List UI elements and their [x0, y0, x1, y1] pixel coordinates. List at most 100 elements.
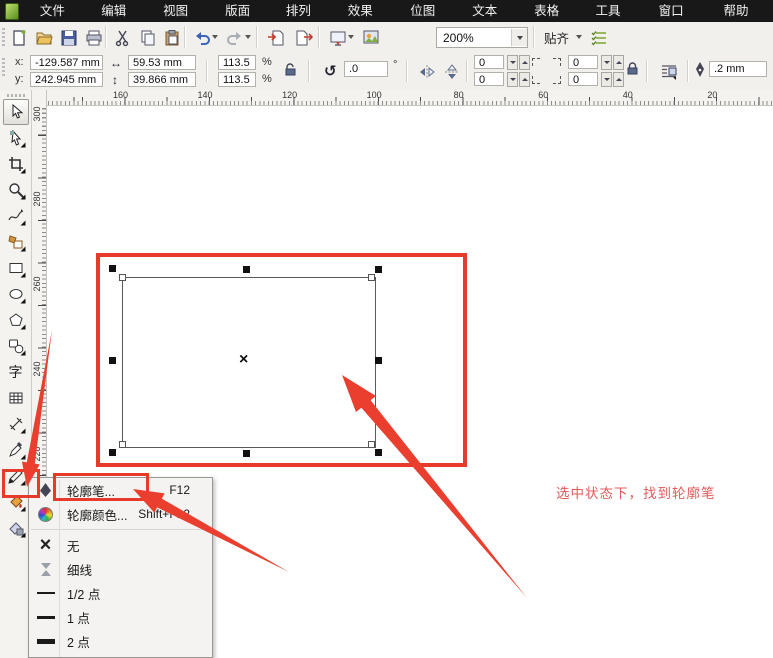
freehand-tool-icon	[7, 209, 23, 221]
annotation-box-canvas	[96, 253, 467, 467]
ruler-ticks	[46, 90, 773, 105]
mirror-vertical-button[interactable]	[440, 60, 464, 84]
tool-dimension[interactable]	[3, 411, 29, 437]
toolbar-separator	[533, 26, 534, 48]
corner-radius-br-field[interactable]: 0	[568, 72, 598, 86]
tool-eyedropper[interactable]	[3, 437, 29, 463]
wrap-text-button[interactable]	[655, 58, 683, 86]
propbar-separator	[466, 60, 467, 82]
tool-rectangle[interactable]	[3, 255, 29, 281]
horizontal-ruler[interactable]: 160 140 120 100 80 60 40 20	[46, 90, 773, 106]
snap-dropdown-caret[interactable]	[576, 35, 582, 39]
new-document-button[interactable]	[6, 25, 32, 51]
flyout-menu-item[interactable]: 细线	[29, 557, 212, 581]
paste-button[interactable]	[159, 25, 185, 51]
menu-item[interactable]: 版面(L)	[212, 0, 273, 40]
basic-shapes-tool-icon	[8, 339, 23, 354]
print-button[interactable]	[81, 25, 107, 51]
snap-to-button[interactable]: 贴齐	[540, 26, 573, 48]
propbar-grip	[2, 58, 5, 76]
export-button[interactable]	[291, 25, 317, 51]
propbar-separator	[406, 60, 407, 82]
color-wheel-icon	[32, 507, 59, 522]
annotation-box-tool	[2, 469, 40, 498]
flyout-menu-item[interactable]	[29, 526, 212, 533]
menu-item[interactable]: 表格(T)	[521, 0, 582, 40]
menu-item[interactable]: 文件(F)	[27, 0, 88, 40]
flyout-menu-item[interactable]: 无	[29, 533, 212, 557]
tool-pick[interactable]	[2, 99, 29, 125]
corner-bl-spinner[interactable]	[507, 72, 530, 87]
tool-freehand[interactable]	[3, 203, 29, 229]
corner-radius-tl-field[interactable]: 0	[474, 55, 504, 69]
undo-dropdown-caret[interactable]	[212, 35, 218, 39]
menu-item[interactable]: 效果(C)	[335, 0, 398, 40]
chevron-down-icon	[516, 35, 523, 40]
cut-button[interactable]	[110, 25, 136, 51]
save-button[interactable]	[56, 25, 82, 51]
object-height-icon: ↕	[112, 73, 118, 87]
x-position-field[interactable]: -129.587 mm	[30, 55, 103, 70]
launcher-dropdown-caret[interactable]	[348, 35, 354, 39]
percent-label: %	[262, 56, 272, 68]
object-height-field[interactable]: 39.866 mm	[128, 72, 196, 87]
welcome-screen-button[interactable]	[358, 25, 384, 51]
ruler-label: 300	[32, 106, 42, 122]
ruler-label: 220	[32, 446, 42, 462]
tool-smart-fill[interactable]	[3, 229, 29, 255]
mirror-horizontal-button[interactable]	[415, 60, 439, 84]
menu-item[interactable]: 工具(O)	[582, 0, 645, 40]
tool-interactive-fill[interactable]	[3, 515, 29, 541]
ruler-label: 100	[366, 90, 382, 100]
ruler-label: 280	[32, 191, 42, 207]
flyout-menu-item[interactable]: 轮廓颜色... Shift+F12	[29, 502, 212, 526]
table-tool-icon	[9, 392, 22, 404]
ruler-label: 260	[32, 276, 42, 292]
corner-br-spinner[interactable]	[601, 72, 624, 87]
y-position-field[interactable]: 242.945 mm	[30, 72, 103, 87]
zoom-level-combo[interactable]: 200%	[436, 27, 528, 48]
outline-width-field[interactable]: .2 mm	[709, 61, 767, 77]
redo-dropdown-caret[interactable]	[245, 35, 251, 39]
corner-tr-spinner[interactable]	[601, 55, 624, 70]
tool-ellipse[interactable]	[3, 281, 29, 307]
menu-item[interactable]: 位图(B)	[397, 0, 459, 40]
scale-v-field[interactable]: 113.5	[218, 72, 256, 87]
toolbar-grip	[2, 28, 5, 46]
menu-item[interactable]: 文本(X)	[459, 0, 521, 40]
options-button[interactable]	[586, 25, 612, 51]
menu-item[interactable]: 编辑(E)	[88, 0, 150, 40]
open-button[interactable]	[31, 25, 57, 51]
scale-h-field[interactable]: 113.5	[218, 55, 256, 70]
ruler-label: 240	[32, 361, 42, 377]
outline-width-icon	[696, 62, 704, 77]
menu-item[interactable]: 排列(A)	[273, 0, 335, 40]
tool-basic-shapes[interactable]	[3, 333, 29, 359]
rotation-angle-field[interactable]: .0	[344, 61, 388, 77]
lock-ratio-icon[interactable]	[284, 63, 297, 77]
flyout-menu-item[interactable]: 1 点	[29, 605, 212, 629]
copy-button[interactable]	[135, 25, 161, 51]
object-width-field[interactable]: 59.53 mm	[128, 55, 196, 70]
tool-crop[interactable]	[3, 151, 29, 177]
corner-radius-bl-field[interactable]: 0	[474, 72, 504, 86]
flyout-menu-item[interactable]: 8 点	[29, 653, 212, 657]
welcome-screen-icon	[363, 30, 379, 44]
tool-table[interactable]	[3, 385, 29, 411]
menu-items: 文件(F)编辑(E)视图(V)版面(L)排列(A)效果(C)位图(B)文本(X)…	[27, 0, 773, 40]
lock-corners-icon[interactable]	[626, 62, 639, 76]
flyout-menu-item[interactable]: 1/2 点	[29, 581, 212, 605]
x-label: x:	[15, 56, 24, 68]
corner-radius-tr-field[interactable]: 0	[568, 55, 598, 69]
zoom-dropdown-button[interactable]	[511, 29, 527, 46]
menu-item[interactable]: 视图(V)	[150, 0, 212, 40]
tool-zoom[interactable]	[3, 177, 29, 203]
menu-item[interactable]: 帮助(H)	[711, 0, 773, 40]
flyout-menu-item[interactable]: 2 点	[29, 629, 212, 653]
import-button[interactable]	[263, 25, 289, 51]
tool-polygon[interactable]	[3, 307, 29, 333]
corner-tl-spinner[interactable]	[507, 55, 530, 70]
tool-text[interactable]: 字	[3, 359, 29, 385]
menu-item[interactable]: 窗口(W)	[646, 0, 711, 40]
tool-shape[interactable]	[3, 125, 29, 151]
